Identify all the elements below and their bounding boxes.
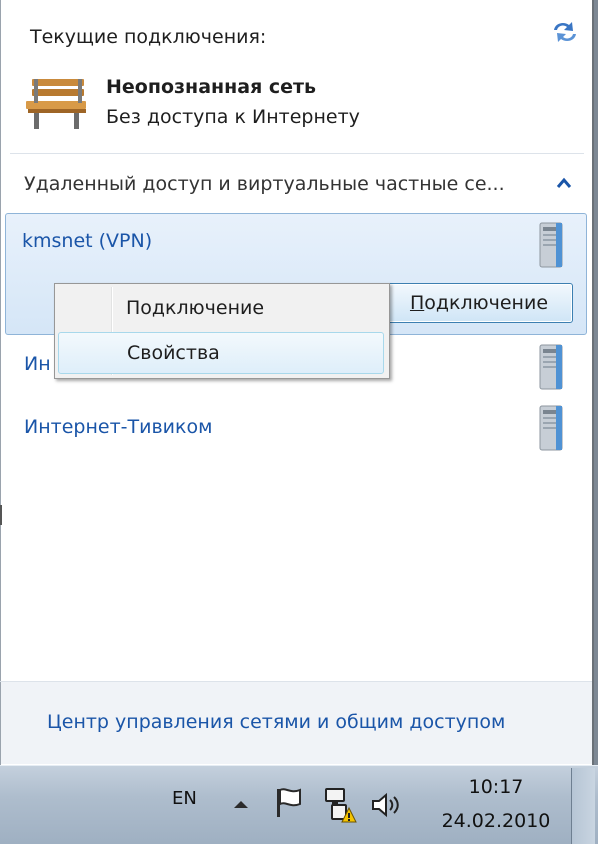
menu-item-properties[interactable]: Свойства <box>58 332 384 374</box>
network-name: Неопознанная сеть <box>106 76 317 98</box>
server-icon <box>539 344 563 390</box>
chevron-up-icon[interactable] <box>555 175 573 193</box>
connection-name-tivikom[interactable]: Интернет-Тивиком <box>24 416 212 438</box>
speaker-icon[interactable] <box>370 791 404 819</box>
current-connections-label: Текущие подключения: <box>30 26 267 48</box>
refresh-icon[interactable] <box>550 18 580 46</box>
language-indicator[interactable]: EN <box>172 788 197 809</box>
server-icon <box>539 405 563 451</box>
connect-button[interactable]: Подключение <box>385 283 573 323</box>
bench-icon <box>26 79 86 129</box>
network-status: Без доступа к Интернету <box>106 106 360 128</box>
connect-button-accel: П <box>409 292 425 314</box>
tray-expand-icon[interactable] <box>232 798 250 810</box>
section-title[interactable]: Удаленный доступ и виртуальные частные с… <box>24 173 549 195</box>
section-divider <box>10 153 584 154</box>
menu-item-connect[interactable]: Подключение <box>58 288 384 330</box>
network-warning-icon[interactable] <box>320 786 358 824</box>
connection-name-vpn: kmsnet (VPN) <box>22 230 153 252</box>
window-edge <box>0 505 2 525</box>
clock-time[interactable]: 10:17 <box>446 776 546 798</box>
show-desktop-button[interactable] <box>571 768 595 844</box>
server-icon <box>539 222 563 268</box>
connection-name-internet[interactable]: Ин <box>24 353 51 375</box>
context-menu: Подключение Свойства <box>54 283 390 379</box>
clock-date[interactable]: 24.02.2010 <box>434 810 558 832</box>
flag-icon[interactable] <box>272 786 306 820</box>
connect-button-label: одключение <box>424 292 549 314</box>
network-center-link[interactable]: Центр управления сетями и общим доступом <box>47 711 505 733</box>
